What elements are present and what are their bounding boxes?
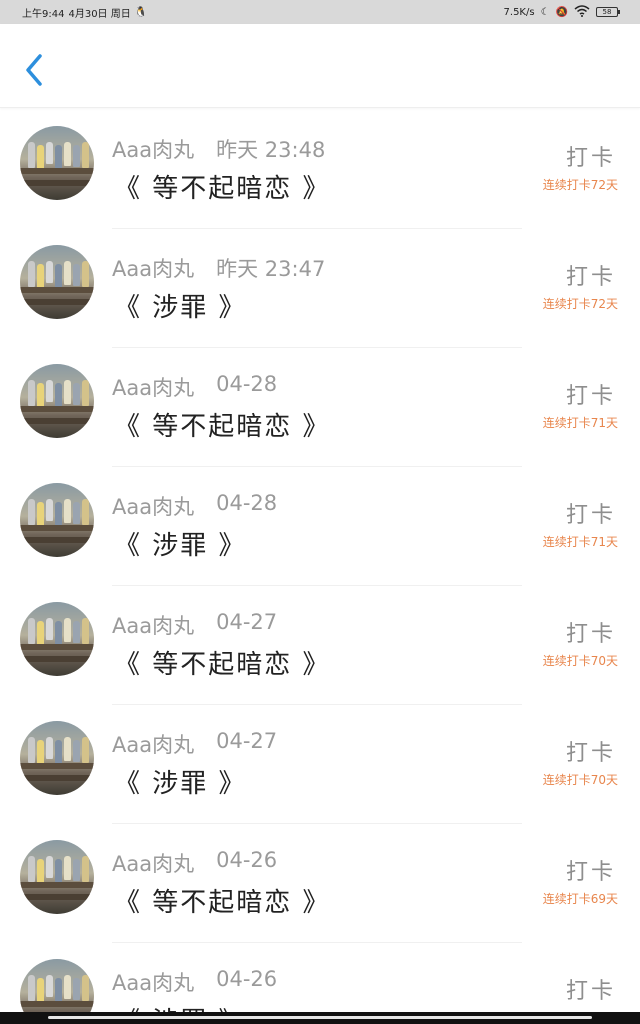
avatar[interactable]: [20, 364, 94, 438]
streak-label: 连续打卡70天: [542, 773, 618, 787]
status-left: 上午9:44 4月30日 周日 🐧: [22, 5, 147, 20]
streak-label: 连续打卡69天: [542, 892, 618, 906]
timestamp: 04-26: [216, 967, 278, 991]
username: Aaa肉丸: [112, 257, 195, 281]
item-meta: Aaa肉丸 04-26: [112, 848, 277, 878]
list-item[interactable]: Aaa肉丸 昨天 23:48 《 等不起暗恋 》 打卡连续打卡72天: [0, 110, 640, 229]
avatar[interactable]: [20, 126, 94, 200]
book-title: 《 涉罪 》: [114, 293, 247, 323]
username: Aaa肉丸: [112, 138, 195, 162]
status-time: 上午9:44: [22, 8, 65, 20]
username: Aaa肉丸: [112, 971, 195, 995]
streak-label: 连续打卡72天: [542, 297, 618, 311]
streak-label: 连续打卡71天: [542, 535, 618, 549]
list-item[interactable]: Aaa肉丸 04-26 《 等不起暗恋 》 打卡连续打卡69天: [0, 824, 640, 943]
avatar[interactable]: [20, 721, 94, 795]
list-item[interactable]: Aaa肉丸 昨天 23:47 《 涉罪 》 打卡连续打卡72天: [0, 229, 640, 348]
timestamp: 04-28: [216, 372, 278, 396]
home-bar[interactable]: [48, 1016, 592, 1019]
status-date: 4月30日 周日: [68, 8, 131, 20]
timestamp: 04-27: [216, 610, 278, 634]
moon-icon: ☾: [540, 6, 550, 18]
status-bar: 上午9:44 4月30日 周日 🐧 7.5K/s ☾ 🔕 58: [0, 0, 640, 24]
list-item[interactable]: Aaa肉丸 04-28 《 等不起暗恋 》 打卡连续打卡71天: [0, 348, 640, 467]
chevron-left-icon: [26, 54, 42, 86]
qq-icon: 🐧: [134, 6, 148, 18]
home-indicator: [0, 1012, 640, 1024]
checkin-button[interactable]: 打卡: [566, 854, 616, 886]
avatar[interactable]: [20, 602, 94, 676]
checkin-button[interactable]: 打卡: [566, 378, 616, 410]
checkin-button[interactable]: 打卡: [566, 616, 616, 648]
list-item[interactable]: Aaa肉丸 04-27 《 涉罪 》 打卡连续打卡70天: [0, 705, 640, 824]
item-meta: Aaa肉丸 04-28: [112, 372, 277, 402]
timestamp: 昨天 23:48: [216, 138, 326, 162]
checkin-list: Aaa肉丸 昨天 23:48 《 等不起暗恋 》打卡 连续打卡72天 Aaa肉丸 昨天 2…: [0, 110, 640, 1024]
list-item[interactable]: Aaa肉丸 04-27 《 等不起暗恋 》 打卡连续打卡70天: [0, 586, 640, 705]
username: Aaa肉丸: [112, 733, 195, 757]
item-meta: Aaa肉丸 04-27: [112, 610, 277, 640]
timestamp: 昨天 23:47: [216, 257, 326, 281]
network-speed: 7.5K/s: [503, 6, 535, 18]
book-title: 《 等不起暗恋 》: [114, 888, 331, 918]
timestamp: 04-27: [216, 729, 278, 753]
book-title: 《 等不起暗恋 》: [114, 412, 331, 442]
username: Aaa肉丸: [112, 614, 195, 638]
book-title: 《 涉罪 》: [114, 531, 247, 561]
item-meta: Aaa肉丸 04-26: [112, 967, 277, 997]
username: Aaa肉丸: [112, 376, 195, 400]
timestamp: 04-28: [216, 491, 278, 515]
avatar[interactable]: [20, 840, 94, 914]
username: Aaa肉丸: [112, 495, 195, 519]
book-title: 《 涉罪 》: [114, 769, 247, 799]
checkin-button[interactable]: 打卡: [566, 735, 616, 767]
book-title: 《 等不起暗恋 》: [114, 174, 331, 204]
battery-icon: 58: [596, 7, 620, 17]
streak-label: 连续打卡70天: [542, 654, 618, 668]
avatar[interactable]: [20, 245, 94, 319]
avatar[interactable]: [20, 483, 94, 557]
checkin-button[interactable]: 打卡: [566, 259, 616, 291]
item-meta: Aaa肉丸 昨天 23:48: [112, 134, 325, 164]
item-meta: Aaa肉丸 昨天 23:47: [112, 253, 325, 283]
mute-icon: 🔕: [555, 6, 568, 18]
list-item[interactable]: Aaa肉丸 04-28 《 涉罪 》 打卡连续打卡71天: [0, 467, 640, 586]
streak-label: 连续打卡71天: [542, 416, 618, 430]
checkin-button[interactable]: 打卡: [566, 497, 616, 529]
item-meta: Aaa肉丸 04-27: [112, 729, 277, 759]
wifi-icon: [574, 4, 590, 20]
streak-label: 连续打卡72天: [542, 178, 618, 192]
back-button[interactable]: [18, 50, 50, 90]
checkin-button[interactable]: 打卡: [566, 973, 616, 1005]
status-right: 7.5K/s ☾ 🔕 58: [503, 4, 620, 20]
username: Aaa肉丸: [112, 852, 195, 876]
book-title: 《 等不起暗恋 》: [114, 650, 331, 680]
timestamp: 04-26: [216, 848, 278, 872]
header: [0, 24, 640, 108]
item-meta: Aaa肉丸 04-28: [112, 491, 277, 521]
checkin-button[interactable]: 打卡: [566, 140, 616, 172]
